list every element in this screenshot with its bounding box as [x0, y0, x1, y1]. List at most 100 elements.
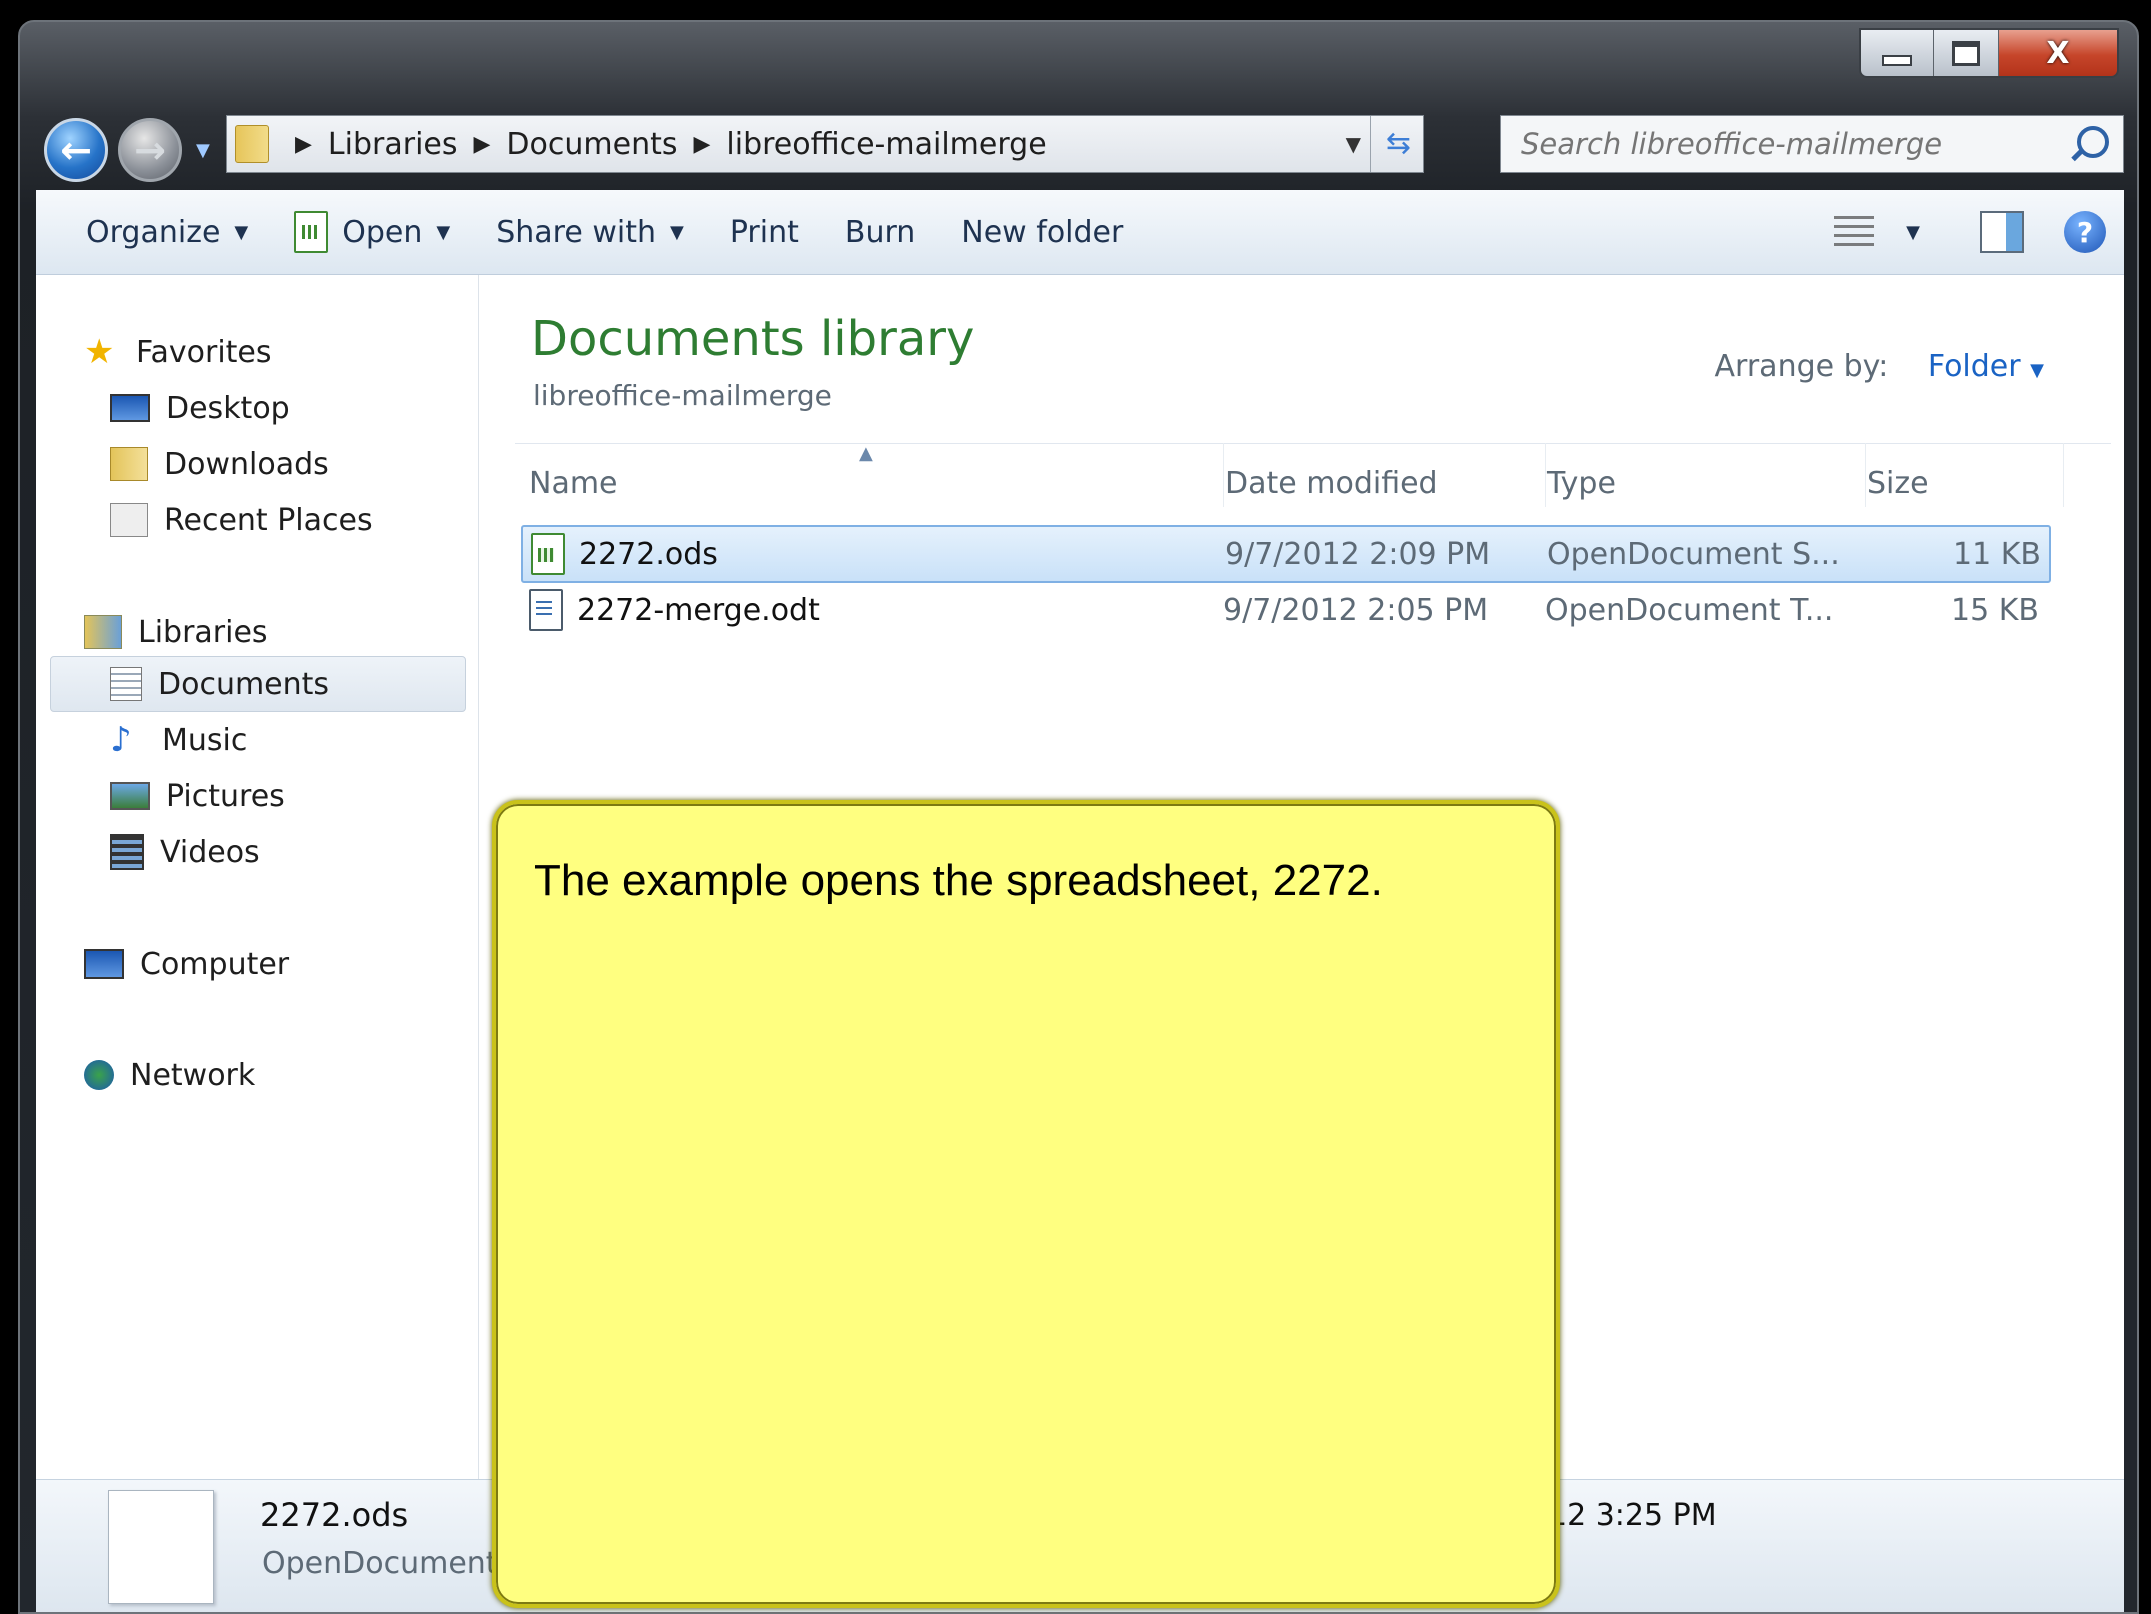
back-button[interactable]: ←	[44, 118, 108, 182]
nav-item-documents[interactable]: Documents	[110, 659, 329, 709]
desktop-icon	[110, 394, 150, 422]
recent-places-icon	[110, 503, 148, 537]
search-icon[interactable]	[2077, 126, 2109, 158]
column-header-type[interactable]: Type	[1533, 453, 1847, 513]
help-icon[interactable]: ?	[2064, 211, 2106, 253]
back-arrow-icon: ←	[60, 128, 92, 172]
nav-item-pictures[interactable]: Pictures	[110, 771, 285, 821]
arrange-by-label: Arrange by:	[1714, 349, 1889, 384]
spreadsheet-file-icon	[531, 533, 565, 575]
arrange-by-dropdown[interactable]: Folder ▼	[1928, 349, 2044, 384]
chevron-down-icon: ▼	[2030, 360, 2044, 381]
close-icon: X	[2046, 35, 2070, 71]
organize-menu[interactable]: Organize ▼	[86, 215, 248, 250]
address-divider	[1370, 116, 1371, 172]
chevron-down-icon: ▼	[670, 221, 684, 243]
nav-item-recent-places[interactable]: Recent Places	[110, 495, 373, 545]
nav-item-desktop[interactable]: Desktop	[110, 383, 290, 433]
burn-button[interactable]: Burn	[845, 215, 915, 250]
libraries-icon	[84, 615, 122, 649]
nav-label: Libraries	[138, 614, 268, 650]
share-with-label: Share with	[496, 214, 656, 250]
nav-label: Downloads	[164, 446, 329, 482]
library-subtitle: libreoffice-mailmerge	[533, 379, 832, 412]
nav-label: Computer	[140, 946, 290, 982]
file-size: 11 KB	[1953, 537, 2041, 572]
file-name: 2272.ods	[579, 537, 718, 572]
nav-label: Documents	[158, 666, 330, 702]
documents-icon	[110, 667, 142, 701]
nav-label: Desktop	[166, 390, 290, 426]
minimize-button[interactable]	[1861, 30, 1934, 76]
breadcrumb-current-folder[interactable]: libreoffice-mailmerge	[726, 127, 1046, 162]
breadcrumb-libraries[interactable]: Libraries	[328, 127, 458, 162]
file-size: 15 KB	[1951, 593, 2039, 628]
address-bar[interactable]: ▶ Libraries ▶ Documents ▶ libreoffice-ma…	[226, 115, 1424, 173]
details-file-name: 2272.ods	[260, 1496, 409, 1534]
nav-item-computer[interactable]: Computer	[84, 939, 289, 989]
forward-button[interactable]: →	[118, 118, 182, 182]
file-thumbnail	[108, 1490, 214, 1604]
star-icon: ★	[84, 332, 115, 372]
folder-icon	[235, 125, 269, 163]
breadcrumb-separator-icon[interactable]: ▶	[295, 132, 312, 157]
recent-pages-dropdown[interactable]: ▼	[196, 140, 210, 161]
refresh-icon[interactable]: ⇆	[1386, 126, 1411, 161]
breadcrumb-documents[interactable]: Documents	[506, 127, 677, 162]
column-header-size[interactable]: Size	[1853, 453, 2067, 513]
file-row[interactable]: 2272.ods 9/7/2012 2:09 PM OpenDocument S…	[521, 525, 2051, 583]
details-file-type: OpenDocument S	[262, 1546, 527, 1581]
nav-label: Favorites	[136, 334, 272, 370]
file-type: OpenDocument S...	[1547, 537, 1840, 572]
column-header-label: Size	[1867, 465, 1929, 501]
column-header-name[interactable]: Name	[515, 453, 1209, 513]
details-date: 12 3:25 PM	[1548, 1498, 1717, 1533]
new-folder-button[interactable]: New folder	[961, 215, 1123, 250]
close-button[interactable]: X	[1999, 30, 2117, 76]
nav-item-music[interactable]: ♪ Music	[110, 715, 247, 765]
open-label: Open	[342, 214, 423, 250]
open-button[interactable]: Open ▼	[294, 211, 450, 253]
nav-item-libraries[interactable]: Libraries	[84, 607, 268, 657]
search-input[interactable]	[1519, 126, 2063, 162]
maximize-button[interactable]	[1934, 30, 1999, 76]
arrange-by-value: Folder	[1927, 349, 2021, 384]
forward-arrow-icon: →	[134, 128, 166, 172]
chevron-down-icon[interactable]: ▼	[1906, 222, 1920, 243]
header-divider	[515, 443, 2111, 444]
column-divider[interactable]	[2063, 443, 2064, 507]
pictures-icon	[110, 782, 150, 810]
print-button[interactable]: Print	[730, 215, 799, 250]
nav-item-favorites[interactable]: ★ Favorites	[84, 327, 272, 377]
file-type: OpenDocument T...	[1545, 593, 1834, 628]
nav-label: Recent Places	[164, 502, 373, 538]
preview-pane-icon[interactable]	[1980, 211, 2024, 253]
navigation-row: ← → ▼ ▶ Libraries ▶ Documents ▶ libreoff…	[20, 112, 2137, 182]
file-row[interactable]: 2272-merge.odt 9/7/2012 2:05 PM OpenDocu…	[521, 583, 2047, 637]
text-document-file-icon	[529, 589, 563, 631]
nav-item-videos[interactable]: Videos	[110, 827, 260, 877]
nav-label: Pictures	[166, 778, 285, 814]
maximize-icon	[1952, 40, 1980, 66]
spreadsheet-open-icon	[294, 211, 329, 253]
file-date: 9/7/2012 2:09 PM	[1225, 537, 1491, 572]
new-folder-label: New folder	[961, 214, 1124, 250]
nav-label: Music	[162, 722, 248, 758]
chevron-down-icon[interactable]: ▼	[436, 222, 450, 243]
breadcrumb-separator-icon[interactable]: ▶	[474, 132, 491, 157]
videos-icon	[110, 834, 144, 870]
nav-item-network[interactable]: Network	[84, 1050, 255, 1100]
change-view-icon[interactable]	[1834, 216, 1875, 248]
tutorial-callout: The example opens the spreadsheet, 2272.	[492, 800, 1560, 1608]
downloads-folder-icon	[110, 447, 148, 481]
search-box	[1500, 115, 2124, 173]
chevron-down-icon: ▼	[234, 221, 249, 243]
column-header-date-modified[interactable]: Date modified	[1211, 453, 1525, 513]
breadcrumb-separator-icon[interactable]: ▶	[693, 132, 710, 157]
nav-label: Network	[130, 1057, 256, 1093]
address-dropdown-icon[interactable]: ▼	[1346, 132, 1361, 156]
library-title: Documents library	[531, 311, 975, 367]
arrange-by: Arrange by: Folder ▼	[1715, 349, 2044, 384]
nav-item-downloads[interactable]: Downloads	[110, 439, 329, 489]
share-with-menu[interactable]: Share with ▼	[496, 215, 684, 250]
